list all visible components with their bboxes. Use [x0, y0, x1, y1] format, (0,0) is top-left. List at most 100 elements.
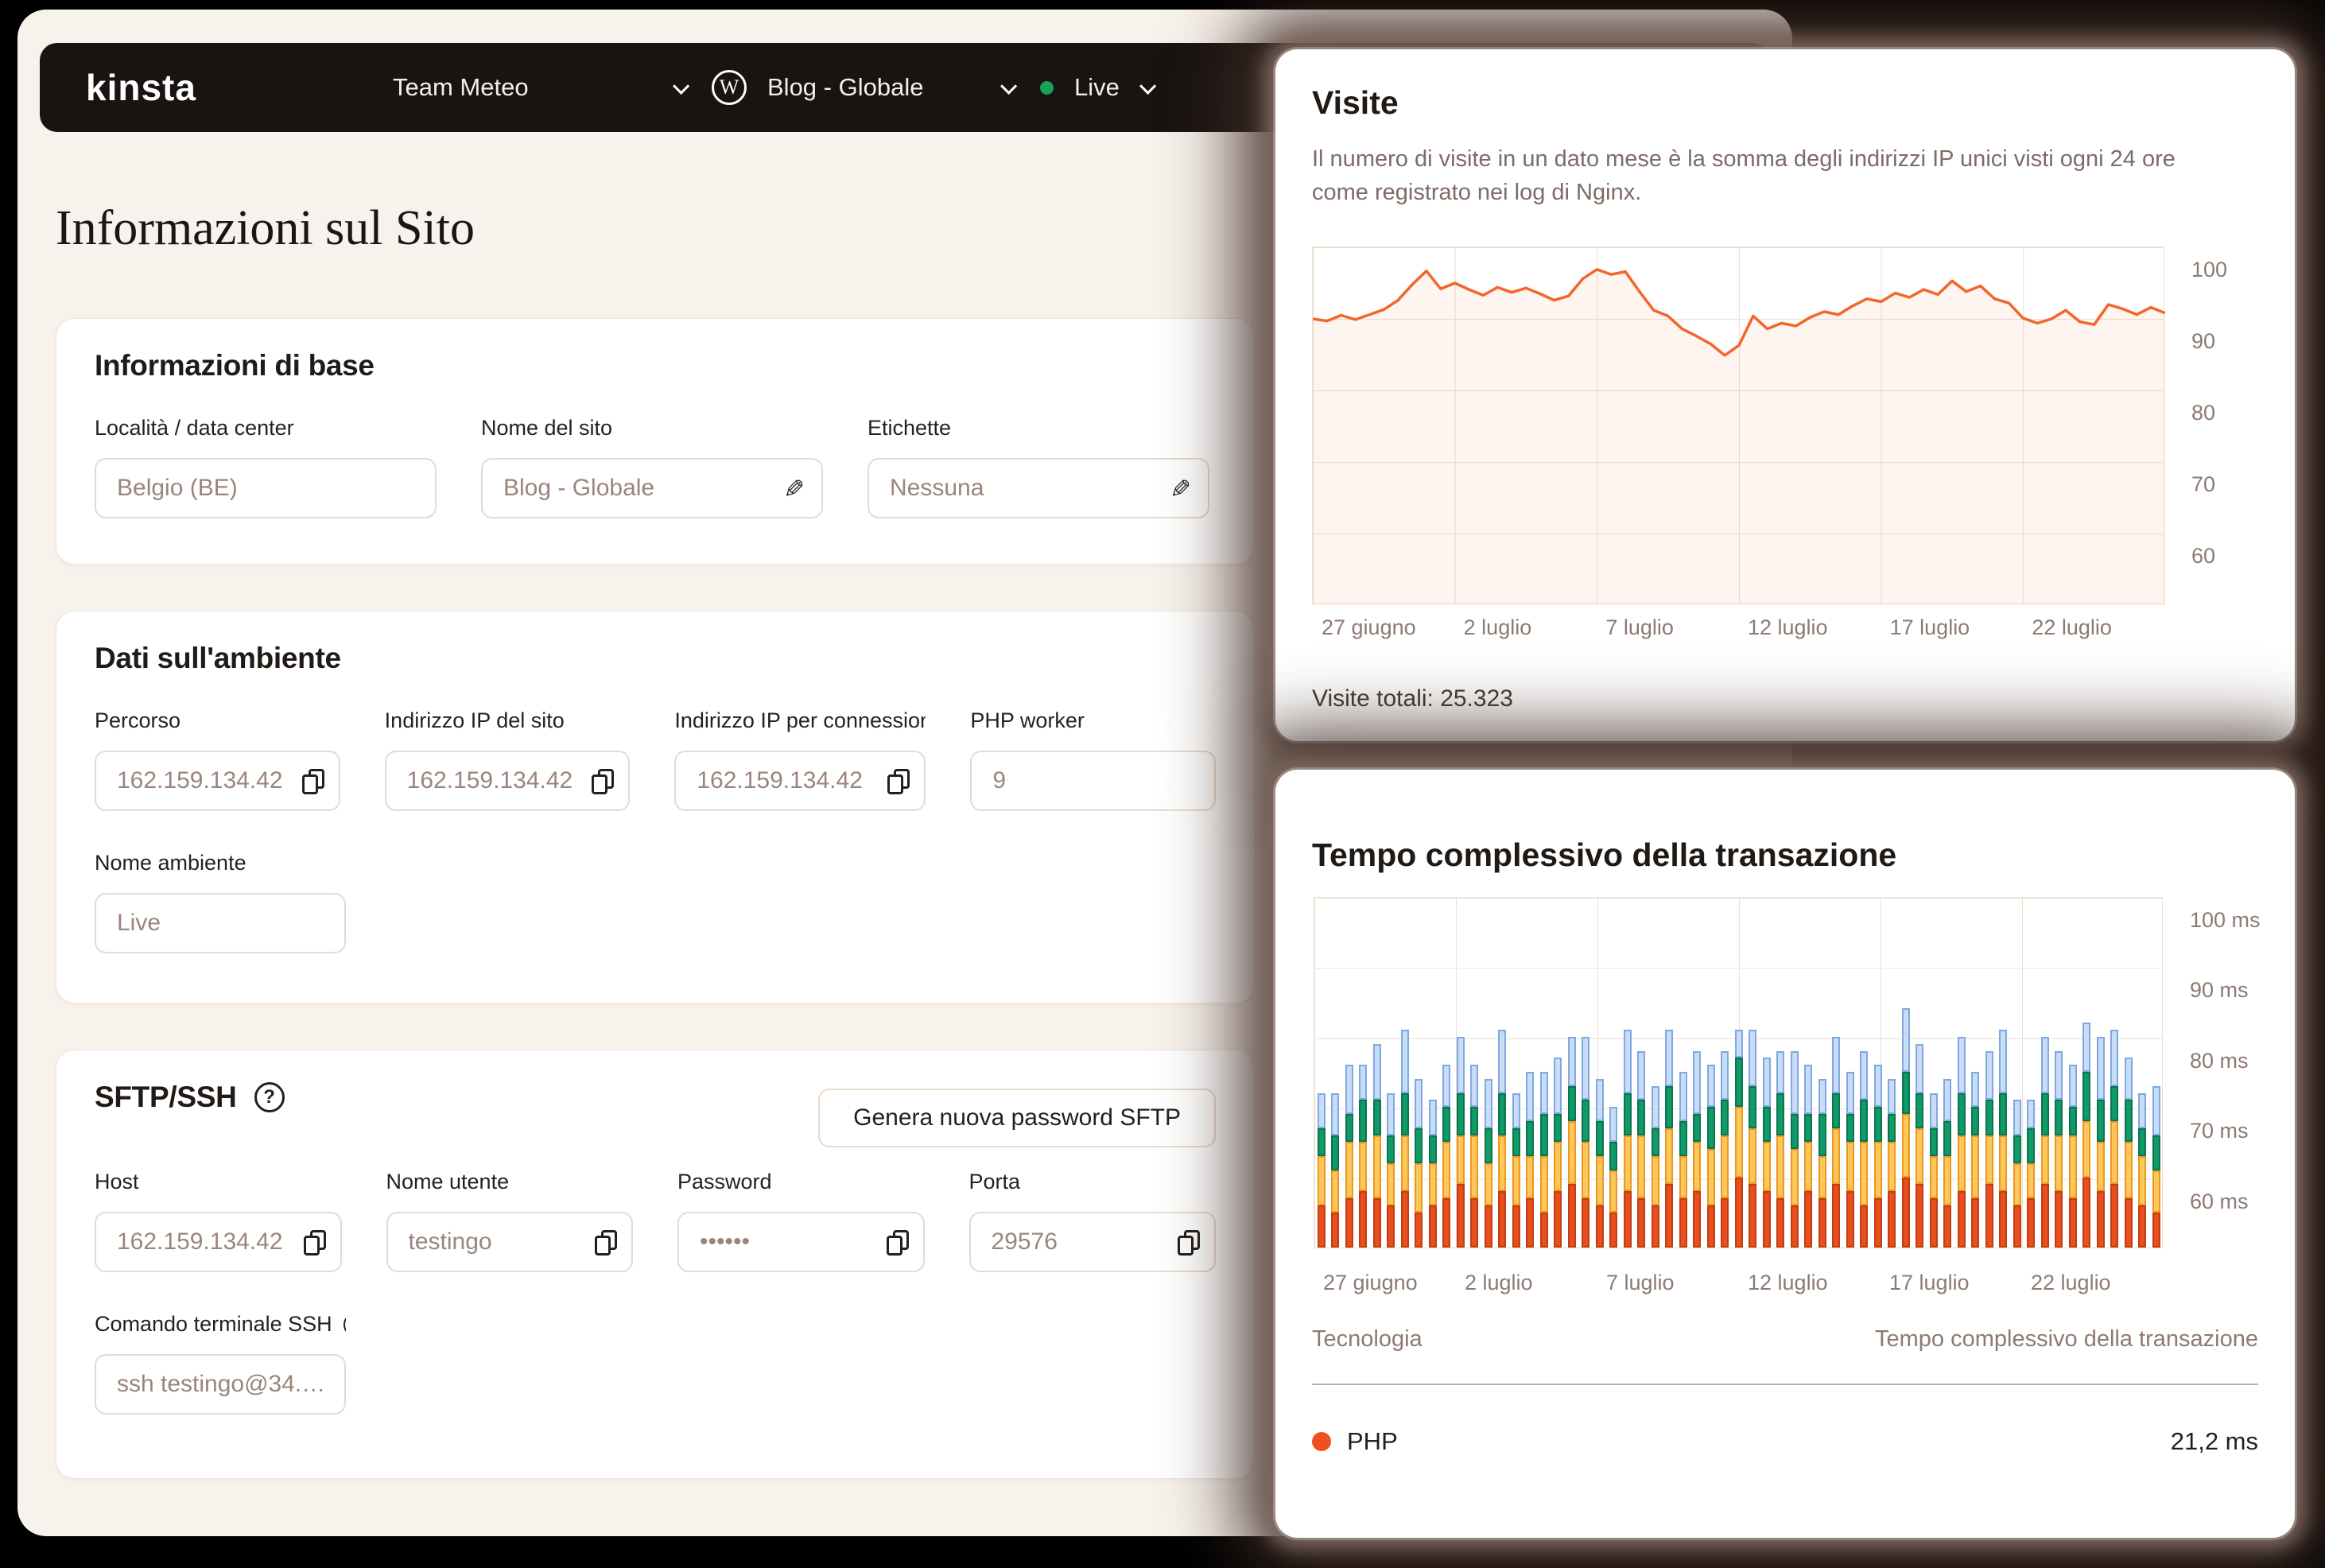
bar-segment-stack-4: [1749, 1030, 1756, 1086]
env-fields-row-2: Nome ambienteLive: [95, 851, 1216, 953]
bar-segment-PHP: [2013, 1205, 2021, 1248]
bar-segment-stack-2: [1485, 1163, 1492, 1205]
bar-segment-stack-3: [1582, 1100, 1589, 1142]
bar-segment-stack-4: [1485, 1079, 1492, 1128]
chevron-down-icon: [1000, 77, 1017, 94]
team-selector[interactable]: Team Meteo: [393, 43, 685, 132]
bar-segment-stack-4: [1860, 1051, 1868, 1100]
input-value: 29576: [992, 1228, 1178, 1256]
bar-segment-PHP: [1318, 1205, 1326, 1248]
bar-segment-stack-2: [1804, 1142, 1812, 1191]
text-input[interactable]: 29576: [969, 1212, 1217, 1272]
stacked-bar: [2138, 896, 2146, 1248]
text-input[interactable]: Nessuna✎: [868, 458, 1209, 518]
generate-sftp-password-button[interactable]: Genera nuova password SFTP: [818, 1089, 1216, 1147]
bar-segment-stack-4: [1707, 1065, 1715, 1107]
bar-segment-stack-3: [1457, 1093, 1465, 1135]
bar-segment-stack-2: [2110, 1121, 2118, 1185]
bar-segment-PHP: [1916, 1184, 1923, 1248]
edit-pencil-icon[interactable]: ✎: [1165, 478, 1195, 499]
field-label: Porta: [969, 1170, 1217, 1194]
field-localit-data-center: Località / data centerBelgio (BE): [95, 416, 437, 518]
bar-segment-PHP: [1902, 1178, 1910, 1248]
stacked-bar: [2069, 896, 2077, 1248]
stacked-bar: [1846, 896, 1854, 1248]
text-input[interactable]: 162.159.134.42: [95, 1212, 342, 1272]
stacked-bar: [1401, 896, 1409, 1248]
text-input[interactable]: ssh testingo@34.7...: [95, 1354, 346, 1415]
stacked-bar: [2152, 896, 2160, 1248]
bar-segment-PHP: [2027, 1198, 2035, 1248]
bar-segment-PHP: [1860, 1205, 1868, 1248]
bar-segment-PHP: [1401, 1191, 1409, 1248]
copy-icon[interactable]: [595, 1230, 614, 1254]
text-input[interactable]: Blog - Globale✎: [481, 458, 823, 518]
bar-segment-stack-2: [1318, 1156, 1326, 1205]
x-tick-label: 22 luglio: [2032, 615, 2112, 640]
help-icon[interactable]: ?: [254, 1082, 285, 1112]
text-input[interactable]: testingo: [386, 1212, 634, 1272]
site-selector[interactable]: W Blog - Globale: [712, 43, 1013, 132]
bar-segment-stack-4: [2027, 1100, 2035, 1127]
bar-segment-stack-2: [1999, 1135, 2007, 1192]
sftp-fields-row: Host162.159.134.42Nome utentetestingoPas…: [95, 1170, 1216, 1272]
bar-segment-PHP: [1707, 1205, 1715, 1248]
wordpress-icon: W: [712, 70, 747, 105]
input-value: 162.159.134.42: [117, 1228, 304, 1256]
copy-icon[interactable]: [302, 769, 321, 793]
bar-segment-stack-3: [1415, 1128, 1423, 1163]
copy-icon[interactable]: [887, 1230, 906, 1254]
copy-icon[interactable]: [592, 769, 611, 793]
y-tick-label: 60 ms: [2190, 1190, 2249, 1214]
bar-segment-PHP: [1999, 1191, 2007, 1248]
text-input[interactable]: Belgio (BE): [95, 458, 437, 518]
environment-selector[interactable]: Live: [1040, 43, 1152, 132]
text-input[interactable]: Live: [95, 893, 346, 953]
bar-segment-PHP: [1596, 1205, 1604, 1248]
bar-segment-stack-4: [1930, 1093, 1938, 1128]
bar-segment-PHP: [1512, 1205, 1520, 1248]
field-nome-ambiente: Nome ambienteLive: [95, 851, 346, 953]
bar-segment-stack-2: [1331, 1170, 1339, 1213]
bar-segment-PHP: [2082, 1178, 2090, 1248]
php-color-dot-icon: [1312, 1432, 1331, 1451]
bar-segment-stack-2: [1846, 1142, 1854, 1191]
text-input[interactable]: 162.159.134.42: [674, 751, 926, 811]
bar-segment-stack-4: [1902, 1008, 1910, 1072]
text-input[interactable]: 162.159.134.42: [385, 751, 631, 811]
php-transaction-time: 21,2 ms: [2171, 1427, 2258, 1456]
text-input[interactable]: 9: [970, 751, 1216, 811]
edit-pencil-icon[interactable]: ✎: [778, 478, 809, 499]
bar-segment-PHP: [1958, 1191, 1966, 1248]
stacked-bar: [1387, 896, 1395, 1248]
copy-icon[interactable]: [887, 769, 906, 793]
bar-segment-stack-2: [2055, 1135, 2063, 1192]
stacked-bar: [1971, 896, 1979, 1248]
bar-segment-stack-4: [1652, 1086, 1659, 1128]
bar-segment-stack-3: [2110, 1086, 2118, 1121]
text-input[interactable]: 162.159.134.42: [95, 751, 340, 811]
bar-segment-stack-2: [1707, 1149, 1715, 1205]
bar-segment-stack-2: [1721, 1135, 1729, 1199]
text-input[interactable]: ••••••: [677, 1212, 925, 1272]
copy-icon[interactable]: [304, 1230, 323, 1254]
help-icon[interactable]: ?: [344, 1313, 346, 1337]
stacked-bar: [1902, 896, 1910, 1248]
bar-segment-stack-2: [1498, 1135, 1506, 1192]
bar-segment-stack-4: [1568, 1037, 1576, 1086]
field-etichette: EtichetteNessuna✎: [868, 416, 1209, 518]
bar-segment-stack-2: [1665, 1128, 1673, 1185]
bar-segment-stack-4: [1804, 1065, 1812, 1114]
bar-segment-stack-2: [2138, 1156, 2146, 1205]
stacked-bar: [1429, 896, 1437, 1248]
bar-segment-stack-2: [1359, 1142, 1367, 1191]
y-tick-label: 70: [2191, 472, 2215, 497]
copy-icon[interactable]: [1178, 1230, 1197, 1254]
field-label: Password: [677, 1170, 925, 1194]
bar-segment-stack-3: [1832, 1093, 1840, 1128]
page-title: Informazioni sul Sito: [56, 200, 475, 257]
bar-segment-stack-3: [1943, 1121, 1951, 1156]
bar-segment-PHP: [1846, 1191, 1854, 1248]
bar-segment-PHP: [1442, 1198, 1450, 1248]
bar-segment-stack-4: [1526, 1072, 1534, 1121]
